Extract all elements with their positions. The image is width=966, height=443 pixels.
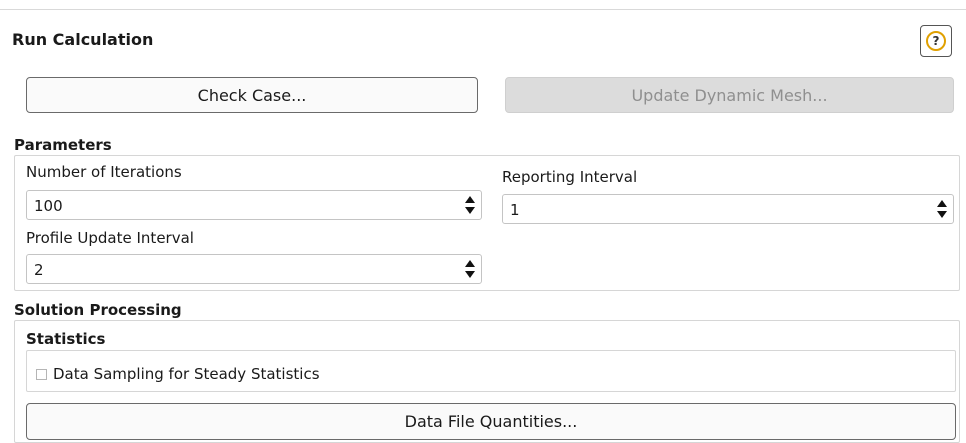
spin-up-icon[interactable] — [465, 260, 475, 267]
reporting-interval-label: Reporting Interval — [502, 168, 638, 186]
data-sampling-option[interactable]: Data Sampling for Steady Statistics — [36, 365, 320, 383]
reporting-interval-spinner[interactable]: 1 — [502, 194, 954, 224]
parameters-heading: Parameters — [14, 136, 112, 154]
iterations-spinner[interactable]: 100 — [26, 190, 482, 220]
solution-processing-heading: Solution Processing — [14, 301, 182, 319]
data-sampling-checkbox[interactable] — [36, 368, 47, 380]
help-symbol: ? — [932, 34, 940, 48]
spinner-arrows-icon[interactable] — [937, 200, 947, 218]
statistics-heading: Statistics — [26, 330, 106, 348]
update-dynamic-mesh-button[interactable]: Update Dynamic Mesh... — [505, 77, 954, 113]
help-icon: ? — [926, 31, 946, 51]
profile-update-label: Profile Update Interval — [26, 229, 194, 247]
spinner-arrows-icon[interactable] — [465, 260, 475, 278]
spin-up-icon[interactable] — [465, 196, 475, 203]
spin-down-icon[interactable] — [465, 271, 475, 278]
data-file-quantities-button[interactable]: Data File Quantities... — [26, 403, 956, 440]
iterations-label: Number of Iterations — [26, 163, 182, 181]
top-divider — [0, 9, 966, 10]
reporting-interval-value: 1 — [510, 201, 520, 219]
check-case-button[interactable]: Check Case... — [26, 77, 478, 113]
help-button[interactable]: ? — [920, 25, 952, 57]
data-sampling-label: Data Sampling for Steady Statistics — [53, 365, 320, 383]
profile-update-spinner[interactable]: 2 — [26, 254, 482, 284]
spin-down-icon[interactable] — [465, 207, 475, 214]
spinner-arrows-icon[interactable] — [465, 196, 475, 214]
iterations-value: 100 — [34, 197, 63, 215]
profile-update-value: 2 — [34, 261, 44, 279]
spin-down-icon[interactable] — [937, 211, 947, 218]
spin-up-icon[interactable] — [937, 200, 947, 207]
panel-title: Run Calculation — [12, 30, 154, 49]
